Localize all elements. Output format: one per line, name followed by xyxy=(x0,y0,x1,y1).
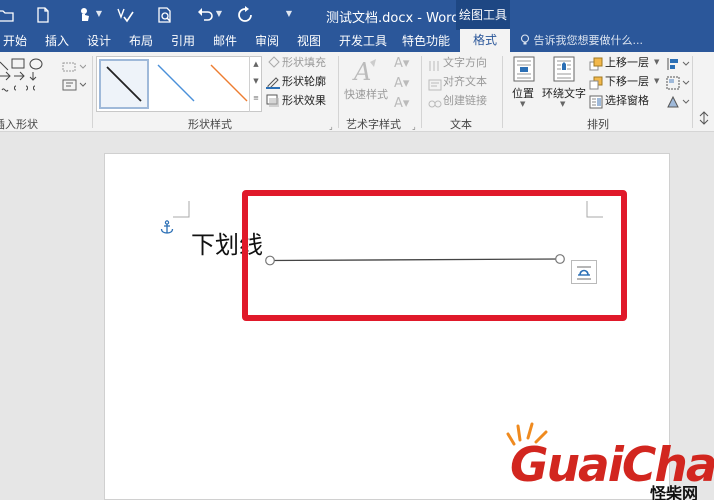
ribbon-format-panel: 插入形状 ▲ ▼ ≡ 形状填充 形状轮廓 xyxy=(0,52,714,145)
document-title: 测试文档.docx - Word xyxy=(326,11,460,26)
svg-text:A: A xyxy=(352,58,371,86)
position-button[interactable]: 位置 xyxy=(512,85,534,101)
text-direction-button[interactable]: 文字方向 xyxy=(443,56,487,70)
gallery-down-icon[interactable]: ▼ xyxy=(253,77,258,85)
send-backward-dropdown-icon[interactable]: ▼ xyxy=(654,77,659,85)
spelling-check-icon[interactable] xyxy=(116,6,134,24)
tab-review[interactable]: 审阅 xyxy=(255,30,279,52)
undo-dropdown-icon[interactable]: ▼ xyxy=(215,9,223,19)
anchor-icon xyxy=(160,220,174,238)
wrap-text-dropdown-icon[interactable]: ▼ xyxy=(560,100,565,108)
text-box-icon[interactable] xyxy=(62,76,87,95)
text-direction-icon[interactable] xyxy=(428,57,442,76)
selection-pane-button[interactable]: 选择窗格 xyxy=(605,94,649,108)
group-separator xyxy=(421,56,422,128)
redo-icon[interactable] xyxy=(236,6,254,24)
align-text-button[interactable]: 对齐文本 xyxy=(443,75,487,89)
arrange-group-label: 排列 xyxy=(587,118,609,131)
text-effects-icon[interactable]: A▾ xyxy=(394,96,409,111)
group-objects-icon[interactable] xyxy=(666,75,690,94)
wrap-text-button[interactable]: 环绕文字 xyxy=(542,85,586,101)
insert-shapes-group-label: 插入形状 xyxy=(0,118,38,131)
group-separator xyxy=(92,56,93,128)
touch-mode-dropdown-icon[interactable]: ▼ xyxy=(95,9,103,19)
shape-outline-icon[interactable] xyxy=(266,75,280,93)
gallery-scroll[interactable]: ▲ ▼ ≡ xyxy=(249,56,262,112)
align-objects-icon[interactable] xyxy=(666,56,690,75)
tab-insert[interactable]: 插入 xyxy=(45,30,69,52)
print-preview-icon[interactable] xyxy=(156,6,174,24)
new-document-icon[interactable] xyxy=(34,6,52,24)
shape-styles-group-label: 形状样式 xyxy=(188,118,232,131)
wrap-text-icon[interactable] xyxy=(553,56,575,86)
shape-styles-gallery[interactable] xyxy=(96,56,262,112)
shape-style-swatch[interactable] xyxy=(205,59,255,109)
annotation-highlight-box xyxy=(242,190,627,321)
group-separator xyxy=(338,56,339,128)
margin-crop-mark xyxy=(173,201,190,218)
rotate-objects-icon[interactable] xyxy=(666,94,690,113)
create-link-button[interactable]: 创建链接 xyxy=(443,94,487,108)
wordart-quick-styles-button[interactable]: 快速样式 xyxy=(344,88,388,102)
shape-effects-button[interactable]: 形状效果 xyxy=(282,94,326,108)
shape-effects-icon[interactable] xyxy=(266,94,280,112)
text-outline-icon[interactable]: A▾ xyxy=(394,76,409,91)
send-backward-icon[interactable] xyxy=(589,75,603,94)
wordart-dialog-launcher-icon[interactable]: ⌟ xyxy=(412,122,416,131)
customize-quick-access-icon[interactable]: ▼ xyxy=(285,9,293,19)
tell-me-search[interactable]: 告诉我您想要做什么... xyxy=(520,30,643,52)
align-text-icon[interactable] xyxy=(428,76,442,95)
tab-home[interactable]: 开始 xyxy=(3,30,27,52)
folder-open-icon[interactable] xyxy=(0,6,14,24)
drawing-tools-header: 绘图工具 xyxy=(456,0,510,30)
bring-forward-icon[interactable] xyxy=(589,56,603,75)
touch-mode-icon[interactable] xyxy=(76,6,94,24)
shape-styles-dialog-launcher-icon[interactable]: ⌟ xyxy=(329,122,333,131)
lightbulb-icon xyxy=(520,34,534,47)
bring-forward-button[interactable]: 上移一层 xyxy=(605,56,649,70)
insert-shapes-palette[interactable] xyxy=(0,56,50,106)
tab-layout[interactable]: 布局 xyxy=(129,30,153,52)
bring-forward-dropdown-icon[interactable]: ▼ xyxy=(654,58,659,66)
tab-design[interactable]: 设计 xyxy=(87,30,111,52)
watermark-site-name: 怪柴网 xyxy=(650,484,699,500)
wordart-quick-styles-icon[interactable]: A xyxy=(350,56,380,90)
tab-view[interactable]: 视图 xyxy=(297,30,321,52)
tab-format[interactable]: 格式 xyxy=(460,29,510,52)
tab-references[interactable]: 引用 xyxy=(171,30,195,52)
gallery-more-icon[interactable]: ≡ xyxy=(253,94,259,102)
tab-special-features[interactable]: 特色功能 xyxy=(402,30,450,52)
create-link-icon[interactable] xyxy=(428,95,442,114)
shape-fill-icon[interactable] xyxy=(266,56,280,74)
selection-pane-icon[interactable] xyxy=(589,94,603,113)
tell-me-placeholder: 告诉我您想要做什么... xyxy=(533,34,644,47)
shape-outline-button[interactable]: 形状轮廓 xyxy=(282,75,326,89)
shape-fill-button[interactable]: 形状填充 xyxy=(282,56,326,70)
tab-mailings[interactable]: 邮件 xyxy=(213,30,237,52)
title-bar: ▼ ▼ ▼ 测试文档.docx - Word 绘图工具 xyxy=(0,0,714,30)
send-backward-button[interactable]: 下移一层 xyxy=(605,75,649,89)
group-separator xyxy=(502,56,503,128)
text-group-label: 文本 xyxy=(450,118,472,131)
group-separator xyxy=(692,56,693,128)
undo-icon[interactable] xyxy=(196,6,214,24)
position-dropdown-icon[interactable]: ▼ xyxy=(520,100,525,108)
tab-developer[interactable]: 开发工具 xyxy=(339,30,387,52)
edit-shape-icon[interactable] xyxy=(62,58,87,77)
position-icon[interactable] xyxy=(513,56,535,86)
shape-style-swatch[interactable] xyxy=(152,59,202,109)
wordart-styles-group-label: 艺术字样式 xyxy=(346,118,401,131)
gallery-up-icon[interactable]: ▲ xyxy=(253,60,258,68)
shape-style-swatch[interactable] xyxy=(99,59,149,109)
text-fill-icon[interactable]: A▾ xyxy=(394,56,409,71)
word-window: ▼ ▼ ▼ 测试文档.docx - Word 绘图工具 开始 插入 设计 布局 … xyxy=(0,0,714,500)
